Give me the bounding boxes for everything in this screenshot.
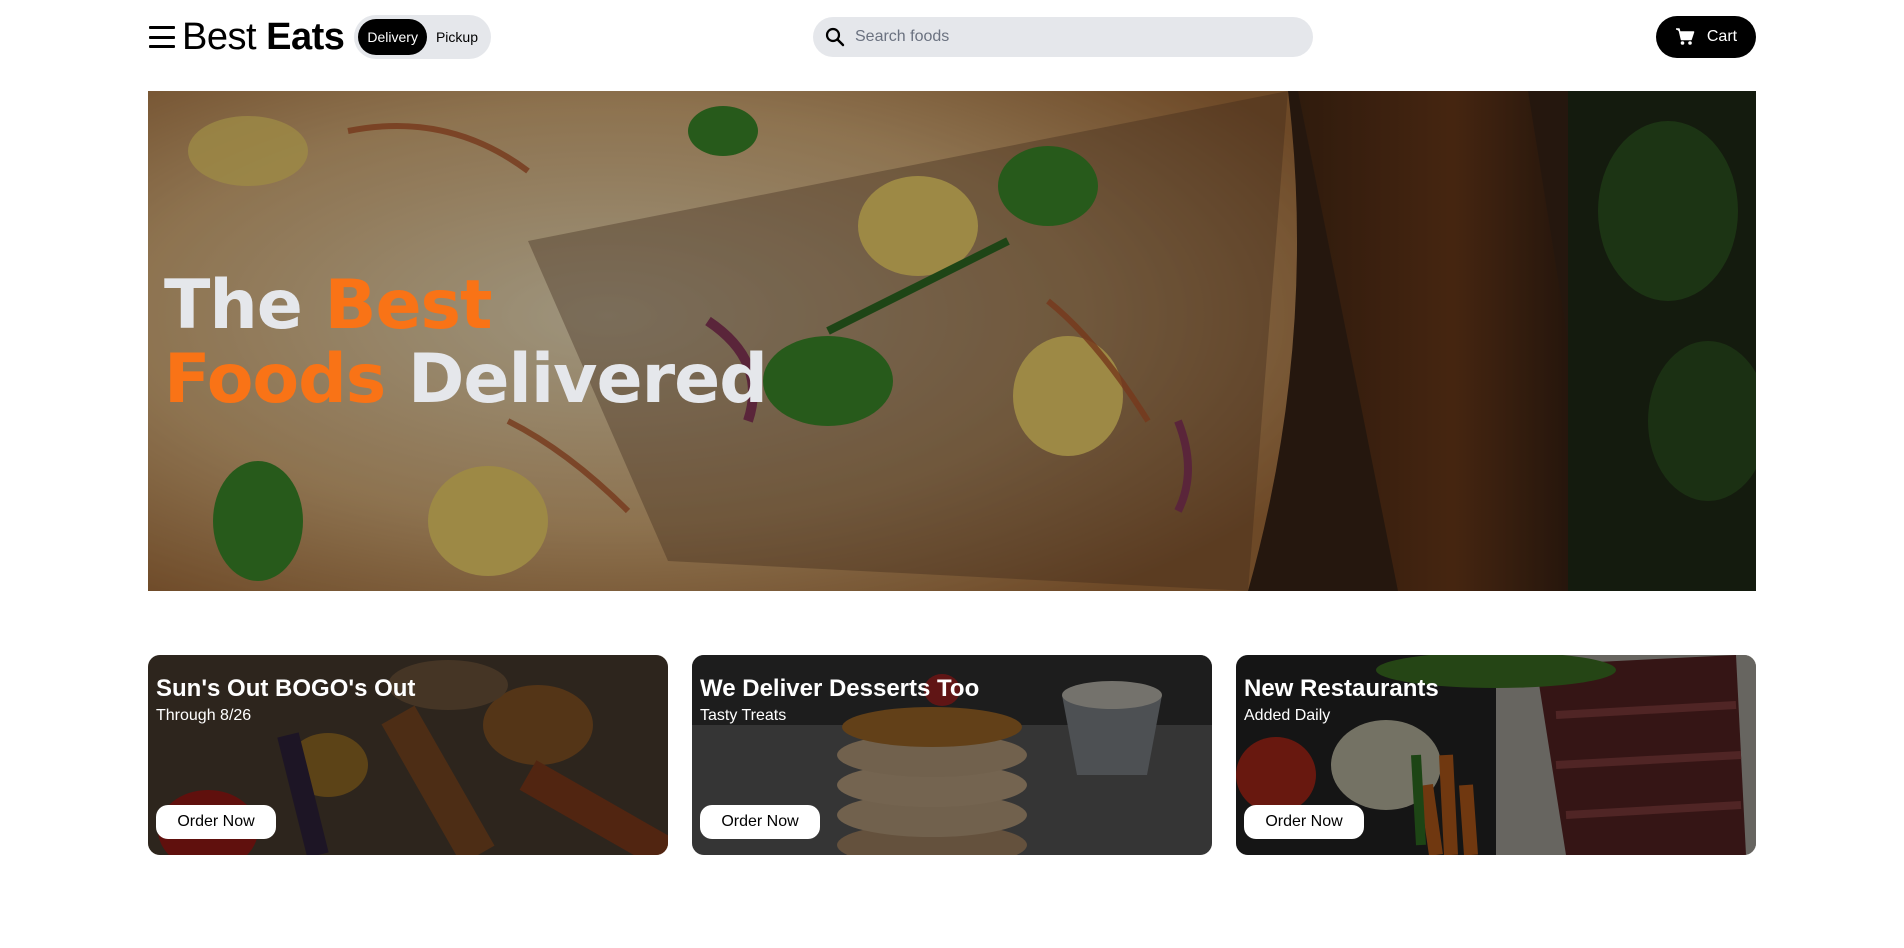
cart-label: Cart bbox=[1706, 28, 1738, 45]
card-title: We Deliver Desserts Too bbox=[700, 675, 980, 702]
hero-word-foods: Foods bbox=[164, 340, 386, 419]
delivery-toggle-button[interactable]: Delivery bbox=[358, 19, 427, 55]
promo-card[interactable]: Sun's Out BOGO's Out Through 8/26 Order … bbox=[148, 655, 668, 855]
logo[interactable]: Best Eats bbox=[182, 15, 345, 59]
order-now-button[interactable]: Order Now bbox=[156, 805, 276, 839]
logo-bold-text: Eats bbox=[266, 16, 345, 58]
card-subtitle: Tasty Treats bbox=[700, 707, 787, 724]
card-subtitle: Added Daily bbox=[1244, 707, 1331, 724]
search-input[interactable] bbox=[855, 28, 1275, 46]
pickup-toggle-button[interactable]: Pickup bbox=[427, 19, 487, 55]
hero-word-delivered: Delivered bbox=[407, 340, 768, 419]
logo-light-text: Best bbox=[182, 16, 257, 58]
card-title: Sun's Out BOGO's Out bbox=[156, 675, 416, 702]
hero-title-line1: The Best bbox=[164, 269, 767, 343]
search-bar bbox=[813, 17, 1313, 57]
cart-icon bbox=[1675, 28, 1695, 45]
brand-group: Best Eats Delivery Pickup bbox=[148, 15, 491, 59]
hero-word-best: Best bbox=[324, 266, 493, 345]
card-subtitle: Through 8/26 bbox=[156, 707, 252, 724]
search-icon bbox=[825, 27, 845, 47]
top-navbar: Best Eats Delivery Pickup Cart bbox=[148, 15, 1756, 59]
order-now-button[interactable]: Order Now bbox=[700, 805, 820, 839]
delivery-pickup-toggle: Delivery Pickup bbox=[354, 15, 491, 59]
order-now-button[interactable]: Order Now bbox=[1244, 805, 1364, 839]
hamburger-menu-icon[interactable] bbox=[148, 23, 176, 51]
cart-button[interactable]: Cart bbox=[1656, 16, 1756, 58]
promo-card[interactable]: New Restaurants Added Daily Order Now bbox=[1236, 655, 1756, 855]
hero-word-the: The bbox=[164, 266, 303, 345]
hero-banner: The Best Foods Delivered bbox=[148, 91, 1756, 591]
card-title: New Restaurants bbox=[1244, 675, 1439, 702]
promo-cards: Sun's Out BOGO's Out Through 8/26 Order … bbox=[148, 655, 1756, 855]
page: Best Eats Delivery Pickup Cart bbox=[0, 0, 1904, 948]
promo-card[interactable]: We Deliver Desserts Too Tasty Treats Ord… bbox=[692, 655, 1212, 855]
hero-title: The Best Foods Delivered bbox=[164, 269, 768, 419]
hero-title-line2: Foods Delivered bbox=[164, 340, 768, 419]
